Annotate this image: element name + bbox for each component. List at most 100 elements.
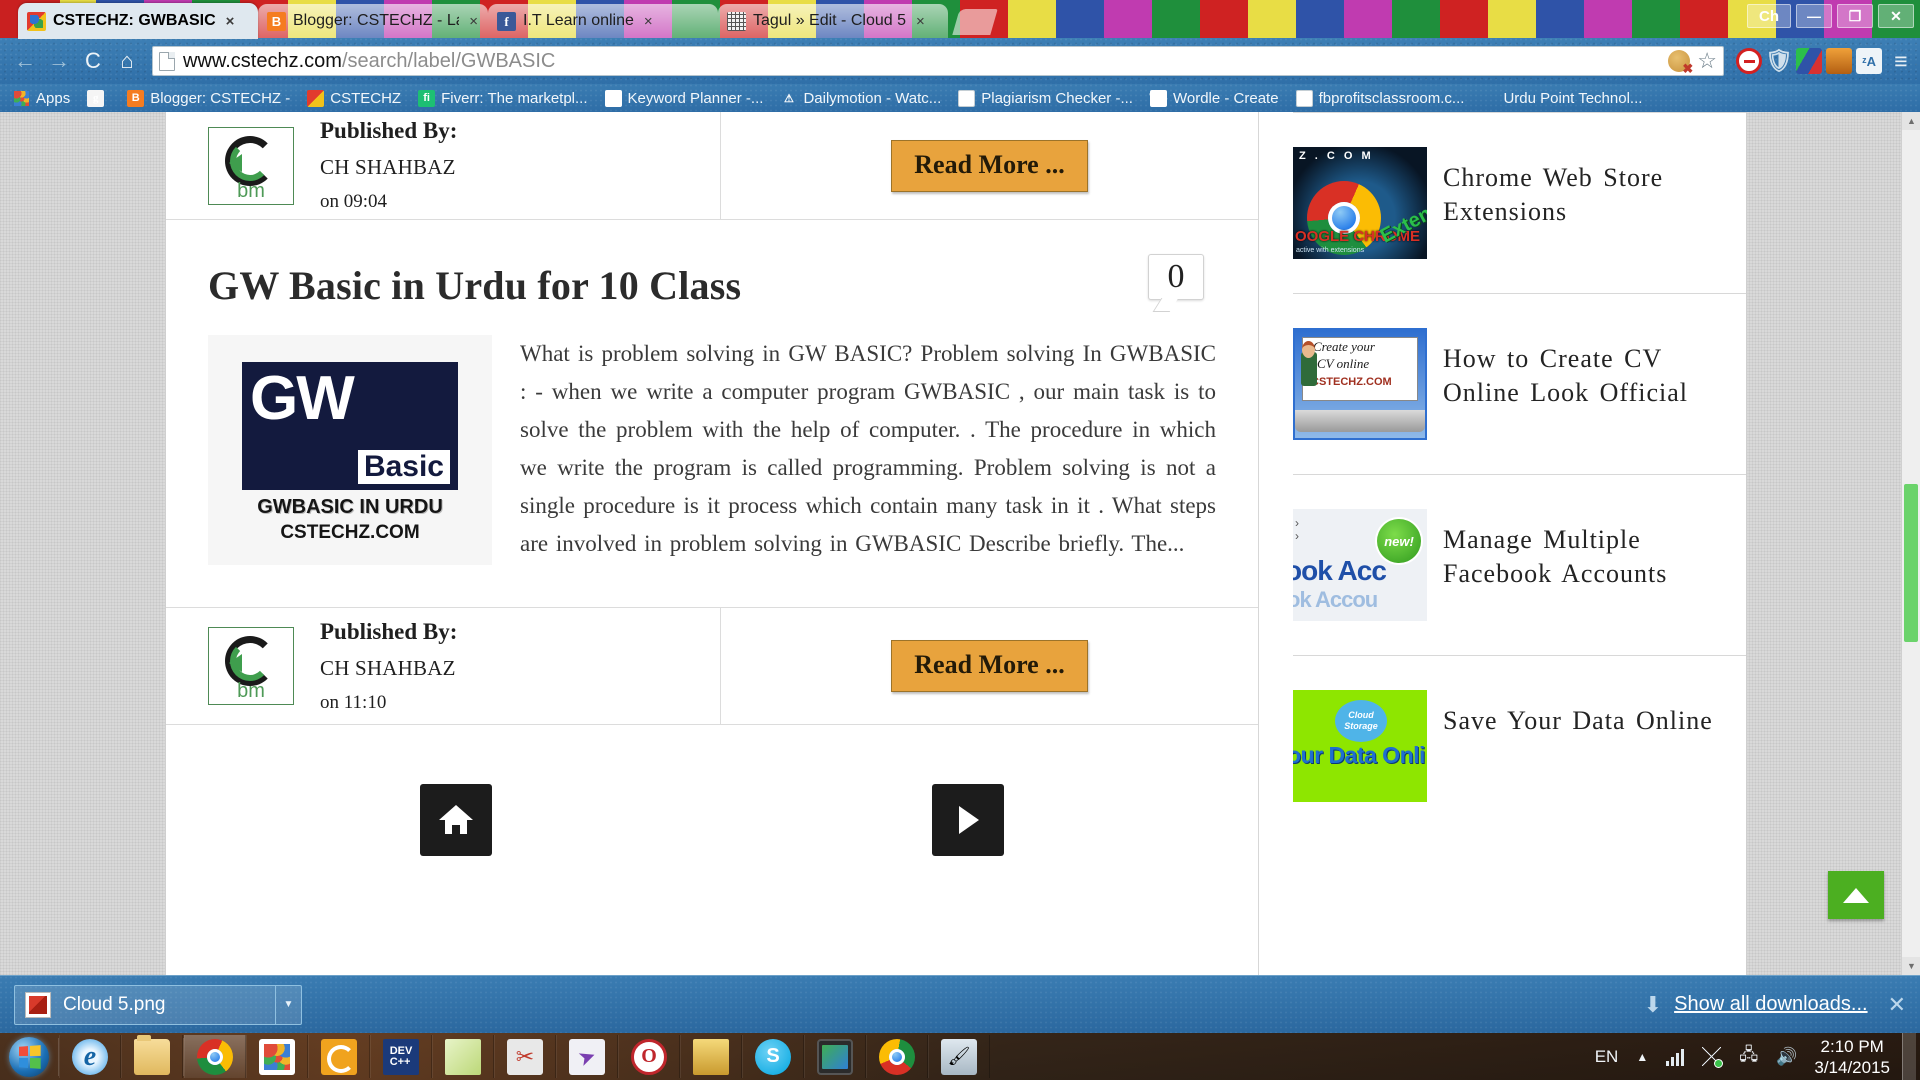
download-shelf-actions: ⬇ Show all downloads... ✕ (1644, 992, 1906, 1018)
home-button[interactable]: ⌂ (110, 44, 144, 78)
post-meta-text: Published By: CH SHAHBAZ on 11:10 (320, 619, 457, 714)
tab-close-icon[interactable]: × (644, 13, 653, 30)
sidebar-item-save-data-online[interactable]: Cloud Storage our Data Onli Save Your Da… (1293, 655, 1746, 836)
taskbar-item-opera[interactable] (618, 1035, 680, 1078)
tab-close-icon[interactable]: × (916, 13, 925, 30)
taskbar-item-internet-explorer[interactable] (59, 1035, 121, 1078)
windows-start-orb-icon (9, 1036, 49, 1077)
thumb-text-line3: CSTECHZ.COM (1311, 376, 1392, 388)
bookmark-urdu-point[interactable]: Urdu Point Technol... (1496, 88, 1649, 109)
blogger-icon: B (267, 11, 286, 31)
bookmark-wordle[interactable]: WB Wordle - Create (1143, 88, 1286, 109)
bookmark-blogger[interactable]: B Blogger: CSTECHZ - (120, 88, 297, 109)
taskbar-item-file-explorer[interactable] (121, 1034, 183, 1078)
scroll-to-top-button[interactable] (1828, 871, 1884, 919)
show-desktop-button[interactable] (1902, 1033, 1916, 1080)
dropbox-icon[interactable] (1693, 1047, 1730, 1068)
bookmark-plagiarism-checker[interactable]: Plagiarism Checker -... (951, 88, 1140, 109)
create-cv-thumb: Create your CV online CSTECHZ.COM (1293, 328, 1427, 440)
bookmark-apps[interactable]: Apps (6, 88, 77, 109)
taskbar-item-sticky-notes[interactable] (432, 1035, 494, 1078)
scrollbar-down-arrow[interactable]: ▼ (1902, 957, 1920, 975)
comment-count-badge[interactable]: 0 (1148, 254, 1204, 300)
taskbar-item-phone[interactable] (804, 1035, 866, 1078)
download-item[interactable]: Cloud 5.png ▼ (14, 984, 302, 1025)
bookmark-dailymotion[interactable]: ⚠ Dailymotion - Watc... (773, 88, 948, 109)
sidebar-item-create-cv[interactable]: Create your CV online CSTECHZ.COM How to… (1293, 293, 1746, 474)
post-title[interactable]: GW Basic in Urdu for 10 Class (208, 254, 1148, 309)
browser-tab-it-learn[interactable]: f I.T Learn online × (488, 4, 718, 38)
post-thumbnail[interactable]: GW Basic GWBASIC IN URDU CSTECHZ.COM (208, 335, 492, 565)
profile-button[interactable]: Ch (1747, 4, 1791, 28)
taskbar-item-paper-plane[interactable] (556, 1035, 618, 1078)
taskbar-item-snipping-tool[interactable] (494, 1035, 556, 1078)
bookmark-fbprofitsclassroom[interactable]: fbprofitsclassroom.c... (1289, 88, 1472, 109)
thumb-text-line2: ok Accou (1293, 587, 1378, 612)
back-button[interactable]: ← (8, 44, 42, 78)
minimize-button[interactable]: — (1796, 4, 1832, 28)
page-scrollbar[interactable]: ▲ ▼ (1901, 112, 1920, 975)
adblock-icon[interactable] (1736, 48, 1762, 74)
scrollbar-up-arrow[interactable]: ▲ (1902, 112, 1920, 130)
show-hidden-icons-button[interactable]: ▲ (1627, 1050, 1657, 1064)
post-pager (166, 725, 1258, 875)
colors-icon[interactable] (1796, 48, 1822, 74)
taskbar-item-books[interactable] (680, 1035, 742, 1078)
clock[interactable]: 2:10 PM 3/14/2015 (1806, 1036, 1902, 1078)
cookie-blocked-icon[interactable] (1668, 50, 1693, 77)
browser-tab-tagul[interactable]: Tagul » Edit - Cloud 5 × (718, 4, 948, 38)
bookmark-star-icon[interactable]: ☆ (1697, 50, 1717, 72)
bookmark-fiverr[interactable]: fi Fiverr: The marketpl... (411, 88, 594, 109)
post-meta-author-block: bm Published By: CH SHAHBAZ on 11:10 (166, 608, 721, 724)
taskbar-item-google-chrome[interactable] (184, 1035, 246, 1078)
language-indicator[interactable]: EN (1586, 1047, 1628, 1067)
taskbar-item-camtasia[interactable] (308, 1035, 370, 1078)
thumb-text-top: Z . C O M (1299, 150, 1374, 162)
taskbar-item-skype[interactable] (742, 1035, 804, 1078)
windows-start-button[interactable] (0, 1033, 58, 1080)
thumb-decoration: › › (1295, 516, 1299, 543)
signal-bars-icon[interactable] (1657, 1048, 1693, 1066)
bookmark-google[interactable]: g (80, 88, 117, 109)
snipping-tool-icon (507, 1038, 543, 1075)
taskbar-item-dev-cpp[interactable]: DEV C++ (370, 1035, 432, 1078)
bookmark-label: Plagiarism Checker -... (981, 89, 1133, 107)
browser-tab-blogger[interactable]: B Blogger: CSTECHZ - Layou × (258, 4, 488, 38)
sidebar-item-manage-facebook[interactable]: › › new! ook Acc ok Accou Manage Multiple… (1293, 474, 1746, 655)
new-tab-button[interactable] (952, 9, 998, 35)
read-more-button[interactable]: Read More ... (891, 640, 1088, 692)
tab-title: Blogger: CSTECHZ - Layou (293, 12, 459, 29)
show-all-downloads-link[interactable]: Show all downloads... (1674, 993, 1867, 1016)
bookmarks-bar: Apps g B Blogger: CSTECHZ - CSTECHZ fi F… (0, 84, 1920, 112)
close-button[interactable]: ✕ (1878, 4, 1914, 28)
browser-tab-cstechz[interactable]: CSTECHZ: GWBASIC × (18, 3, 258, 39)
action-center-icon[interactable]: 🖧 (1730, 1042, 1767, 1071)
home-icon[interactable] (420, 784, 492, 856)
sidebar-item-chrome-web-store[interactable]: Z . C O M OOGLE CHROME active with exten… (1293, 112, 1746, 293)
keyword-planner-icon: C (604, 89, 622, 107)
translate-icon[interactable]: ᶻA (1856, 48, 1882, 74)
reload-button[interactable]: C (76, 44, 110, 78)
address-bar[interactable]: www.cstechz.com/search/label/GWBASIC ☆ (152, 46, 1724, 77)
tab-close-icon[interactable]: × (226, 13, 235, 30)
taskbar-item-app-grid[interactable] (246, 1035, 308, 1078)
bookmark-cstechz[interactable]: CSTECHZ (300, 88, 408, 109)
bookmark-keyword-planner[interactable]: C Keyword Planner -... (598, 88, 771, 109)
post-meta-action: Read More ... (721, 112, 1258, 219)
next-arrow-icon[interactable] (932, 784, 1004, 856)
download-item-menu-icon[interactable]: ▼ (275, 984, 301, 1025)
shield-icon[interactable]: 🛡 (1765, 48, 1793, 74)
scrollbar-thumb[interactable] (1904, 484, 1918, 642)
close-shelf-icon[interactable]: ✕ (1880, 992, 1906, 1018)
warning-icon: ⚠ (784, 92, 794, 105)
restore-button[interactable]: ❐ (1837, 4, 1873, 28)
volume-icon[interactable]: 🔊 (1767, 1047, 1806, 1067)
read-more-button[interactable]: Read More ... (891, 139, 1088, 192)
sidebar-item-label: How to Create CV Online Look Official (1443, 344, 1689, 407)
taskbar-item-chrome-canary[interactable] (866, 1035, 928, 1078)
chrome-menu-icon[interactable]: ≡ (1890, 48, 1912, 75)
orange-icon[interactable] (1826, 48, 1852, 74)
tab-close-icon[interactable]: × (469, 13, 478, 30)
taskbar-item-paint[interactable] (928, 1035, 990, 1078)
forward-button[interactable]: → (42, 44, 76, 78)
